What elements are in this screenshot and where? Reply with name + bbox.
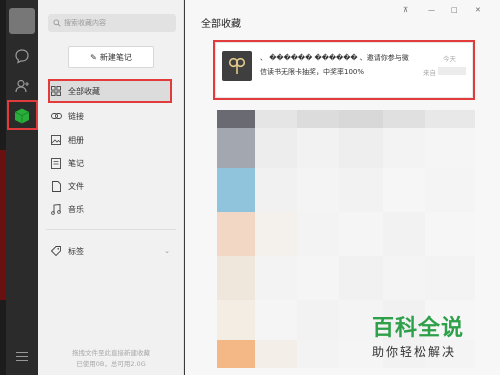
close-icon[interactable]: ✕	[475, 6, 481, 14]
watermark-brand: 百科全说	[372, 316, 465, 341]
nav-item-label: 链接	[68, 111, 84, 121]
file-icon	[50, 180, 62, 192]
music-icon	[50, 203, 62, 215]
drag-hint: 拖拽文件至此直接新建收藏	[72, 349, 150, 357]
link-icon	[50, 110, 62, 122]
search-placeholder: 搜索收藏内容	[64, 19, 106, 27]
minimize-icon[interactable]: —	[428, 6, 435, 14]
icon-rail	[6, 0, 38, 375]
favorites-nav-panel: 搜索收藏内容 ✎ 新建笔记 全部收藏 链接 相册 笔记 文件 音乐 标签 ⌄ 拖…	[38, 0, 184, 375]
favorites-highlight-box	[7, 100, 38, 130]
tags-label: 标签	[68, 246, 84, 256]
page-title: 全部收藏	[201, 19, 241, 30]
nav-item-music[interactable]: 音乐	[50, 199, 170, 219]
tag-icon	[50, 245, 62, 257]
nav-item-album[interactable]: 相册	[50, 130, 170, 150]
new-note-button[interactable]: ✎ 新建笔记	[68, 46, 154, 68]
image-icon	[50, 134, 62, 146]
pin-icon[interactable]: ⊼	[403, 6, 408, 14]
nav-item-notes[interactable]: 笔记	[50, 153, 170, 173]
contacts-icon[interactable]	[12, 76, 32, 96]
search-icon	[53, 19, 61, 27]
all-favorites-highlight-box	[48, 79, 172, 103]
divider	[46, 229, 176, 230]
nav-item-label: 笔记	[68, 158, 84, 168]
nav-item-links[interactable]: 链接	[50, 106, 170, 126]
storage-usage: 已使用0B，总可用2.0G	[76, 360, 146, 368]
storage-footer: 拖拽文件至此直接新建收藏 已使用0B，总可用2.0G	[38, 348, 184, 370]
nav-item-label: 音乐	[68, 204, 84, 214]
nav-item-label: 相册	[68, 135, 84, 145]
watermark-logo: 百科全说 助你轻松解决	[372, 310, 496, 372]
note-icon	[50, 157, 62, 169]
tags-section[interactable]: 标签 ⌄	[50, 242, 170, 260]
avatar[interactable]	[9, 8, 35, 34]
nav-item-label: 文件	[68, 181, 84, 191]
new-note-label: 新建笔记	[99, 52, 132, 62]
watermark-slogan: 助你轻松解决	[372, 345, 457, 359]
chevron-down-icon[interactable]: ⌄	[164, 247, 170, 255]
menu-icon[interactable]	[16, 352, 28, 362]
nav-item-files[interactable]: 文件	[50, 176, 170, 196]
pen-icon: ✎	[90, 52, 97, 62]
chat-icon[interactable]	[12, 46, 32, 66]
maximize-icon[interactable]: □	[451, 6, 458, 14]
search-input[interactable]: 搜索收藏内容	[48, 14, 176, 32]
favorite-item-highlight-box	[213, 40, 475, 100]
app-window: 搜索收藏内容 ✎ 新建笔记 全部收藏 链接 相册 笔记 文件 音乐 标签 ⌄ 拖…	[0, 0, 500, 375]
